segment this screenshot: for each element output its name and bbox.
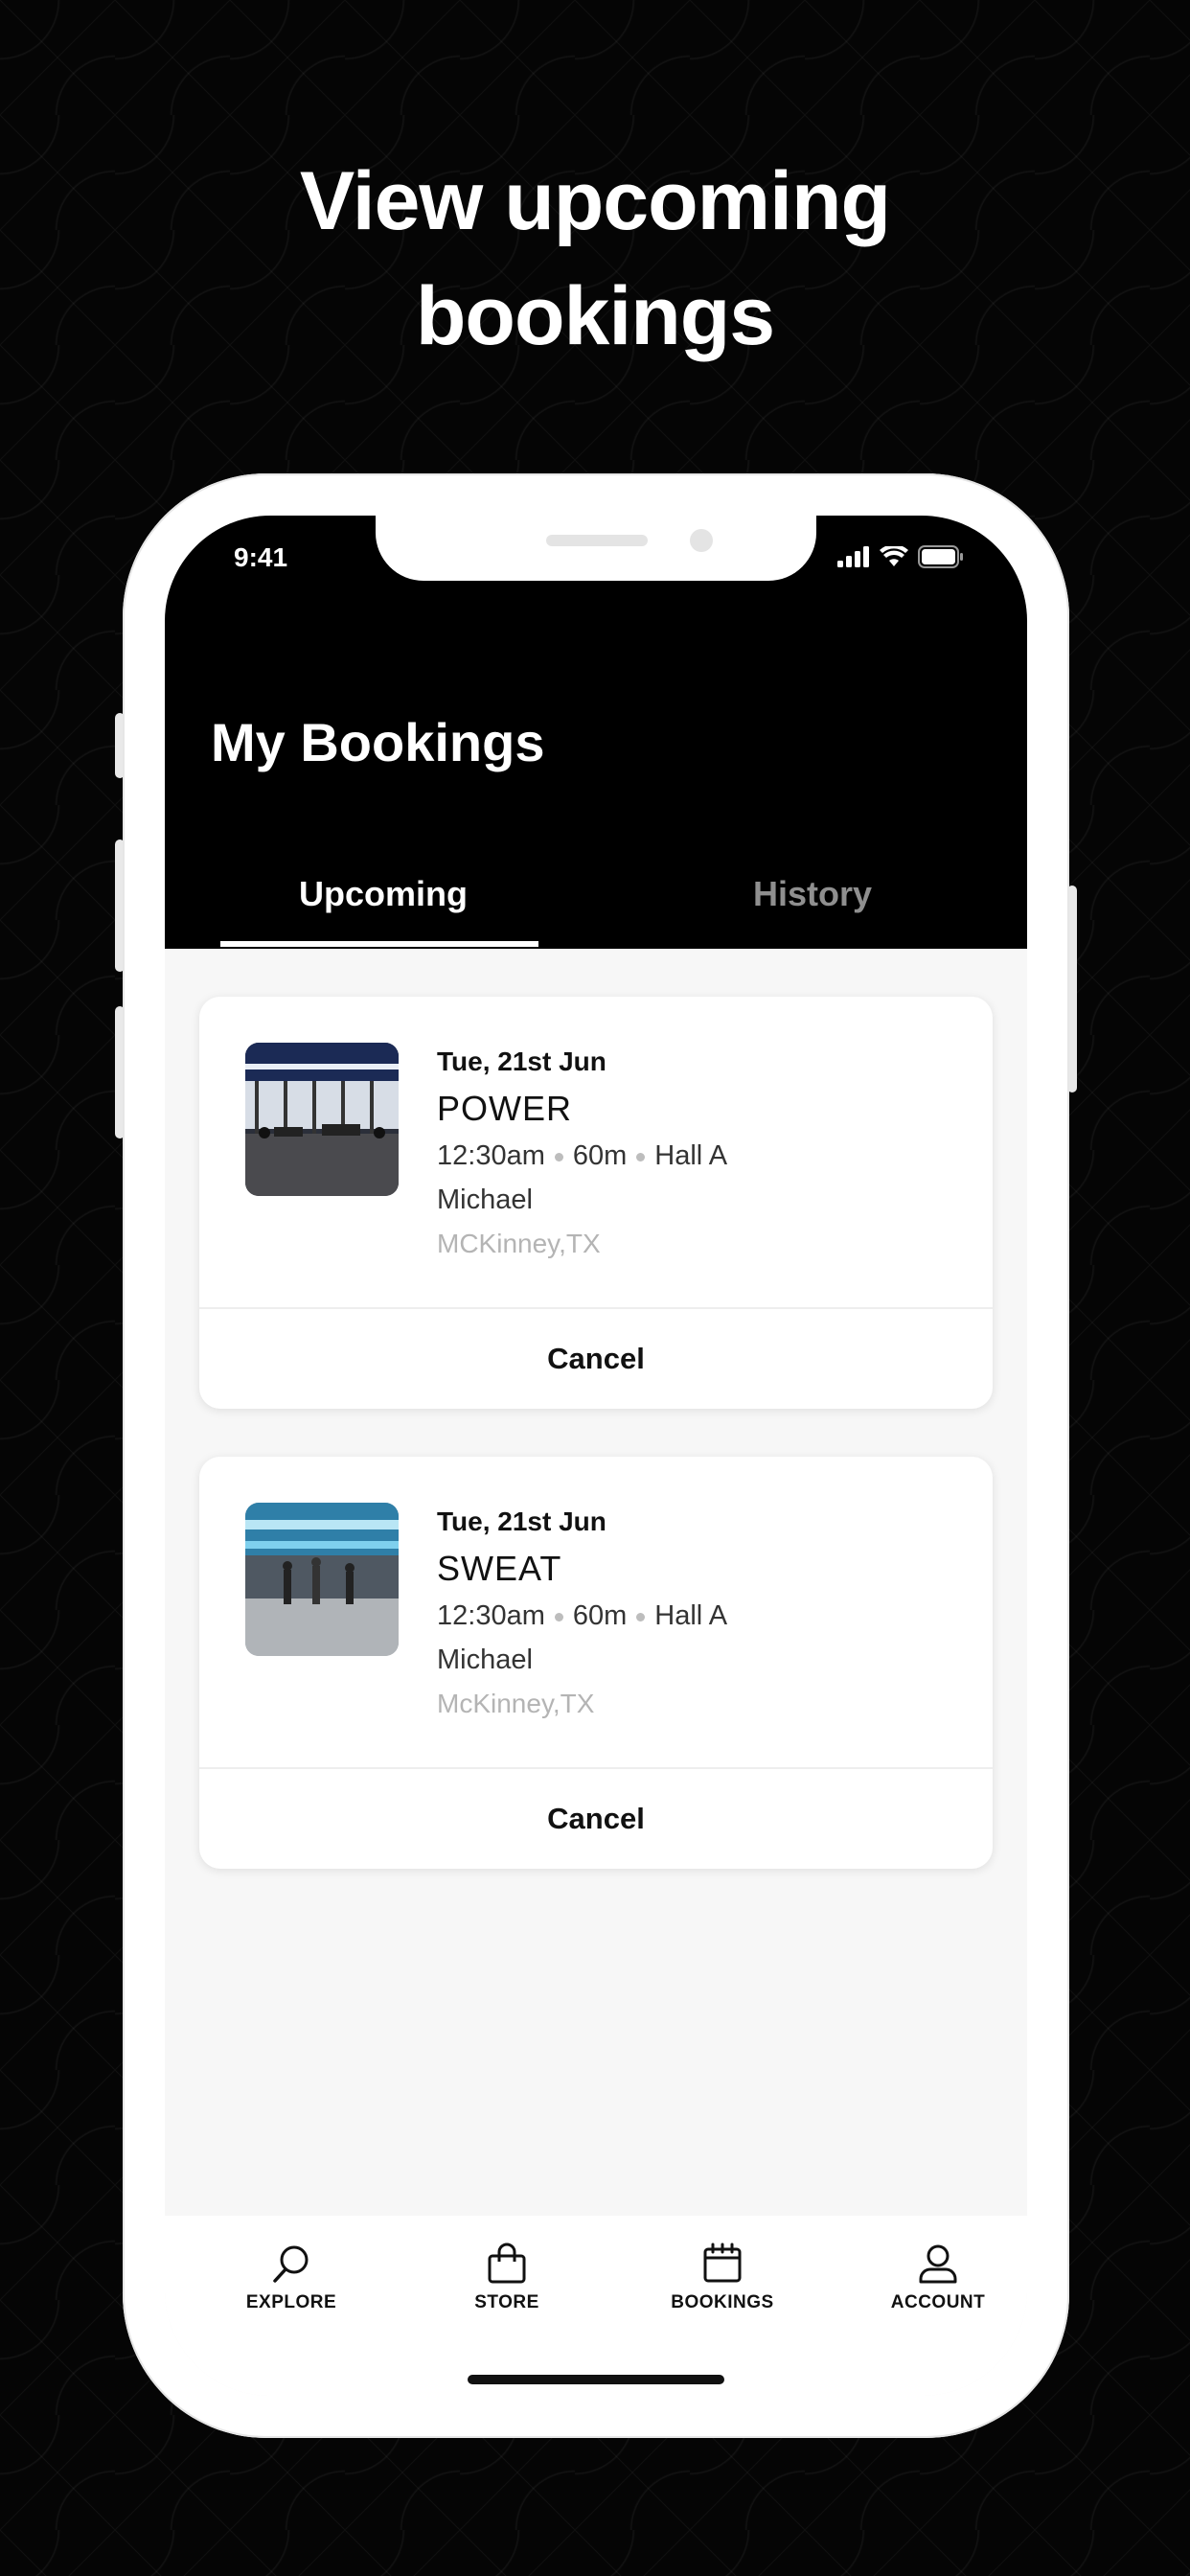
bottom-tab-bar: EXPLORE STORE BOOKINGS ACCOUNT xyxy=(165,2216,1027,2396)
user-icon xyxy=(919,2244,957,2284)
tabbar-label: BOOKINGS xyxy=(671,2292,774,2312)
separator-dot xyxy=(636,1612,646,1622)
booking-meta: 12:30am 60m Hall A xyxy=(437,1600,727,1632)
booking-thumbnail-gym xyxy=(245,1043,399,1196)
booking-card[interactable]: Tue, 21st Jun POWER 12:30am 60m Hall A Mic… xyxy=(199,997,993,1409)
tabbar-item-account[interactable]: ACCOUNT xyxy=(861,2242,1015,2313)
notch xyxy=(376,516,816,581)
signal-icon xyxy=(837,546,869,567)
tabbar-label: ACCOUNT xyxy=(890,2292,986,2312)
tabbar-item-bookings[interactable]: BOOKINGS xyxy=(646,2242,799,2313)
booking-room: Hall A xyxy=(654,1140,728,1171)
booking-trainer: Michael xyxy=(437,1184,533,1215)
booking-location: McKinney,TX xyxy=(437,1689,595,1718)
booking-trainer: Michael xyxy=(437,1644,533,1675)
battery-icon xyxy=(918,545,963,568)
separator-dot xyxy=(636,1152,646,1162)
tabbar-item-explore[interactable]: EXPLORE xyxy=(215,2242,368,2313)
booking-class-name: POWER xyxy=(437,1089,573,1128)
separator-dot xyxy=(554,1612,563,1622)
wifi-icon xyxy=(880,546,908,566)
calendar-icon xyxy=(703,2242,742,2283)
booking-card[interactable]: Tue, 21st Jun SWEAT 12:30am 60m Hall A Mic… xyxy=(199,1457,993,1869)
headline-line-2: bookings xyxy=(415,270,775,362)
status-time: 9:41 xyxy=(234,542,288,572)
booking-time: 12:30am xyxy=(437,1140,545,1171)
headline-line-1: View upcoming xyxy=(299,155,891,247)
tabbar-label: EXPLORE xyxy=(245,2292,337,2312)
active-tab-indicator xyxy=(220,941,538,947)
booking-date: Tue, 21st Jun xyxy=(437,1506,606,1536)
booking-duration: 60m xyxy=(572,1600,628,1631)
booking-time: 12:30am xyxy=(437,1600,545,1631)
booking-room: Hall A xyxy=(654,1600,728,1631)
marketing-headline: View upcoming bookings xyxy=(0,144,1190,374)
tabbar-item-store[interactable]: STORE xyxy=(430,2242,584,2313)
notch-camera xyxy=(690,529,713,552)
booking-thumbnail-gym xyxy=(245,1503,399,1656)
tab-upcoming[interactable]: Upcoming xyxy=(299,874,468,914)
search-icon xyxy=(273,2245,309,2283)
cancel-booking-button[interactable]: Cancel xyxy=(199,1769,993,1869)
page-title: My Bookings xyxy=(211,712,545,772)
separator-dot xyxy=(554,1152,563,1162)
booking-date: Tue, 21st Jun xyxy=(437,1046,606,1076)
home-indicator[interactable] xyxy=(468,2375,724,2384)
booking-meta: 12:30am 60m Hall A xyxy=(437,1140,727,1172)
cancel-booking-button[interactable]: Cancel xyxy=(199,1309,993,1409)
booking-location: MCKinney,TX xyxy=(437,1229,601,1258)
notch-speaker xyxy=(546,535,648,546)
tabbar-label: STORE xyxy=(474,2292,539,2312)
phone-screen: 9:41 My Bookings Upcoming History Tue, 2… xyxy=(165,516,1027,2396)
booking-duration: 60m xyxy=(572,1140,628,1171)
tab-history[interactable]: History xyxy=(753,874,872,914)
shopping-bag-icon xyxy=(488,2242,526,2284)
status-icons xyxy=(837,544,964,569)
booking-class-name: SWEAT xyxy=(437,1549,562,1588)
app-header: 9:41 My Bookings Upcoming History xyxy=(165,516,1027,949)
